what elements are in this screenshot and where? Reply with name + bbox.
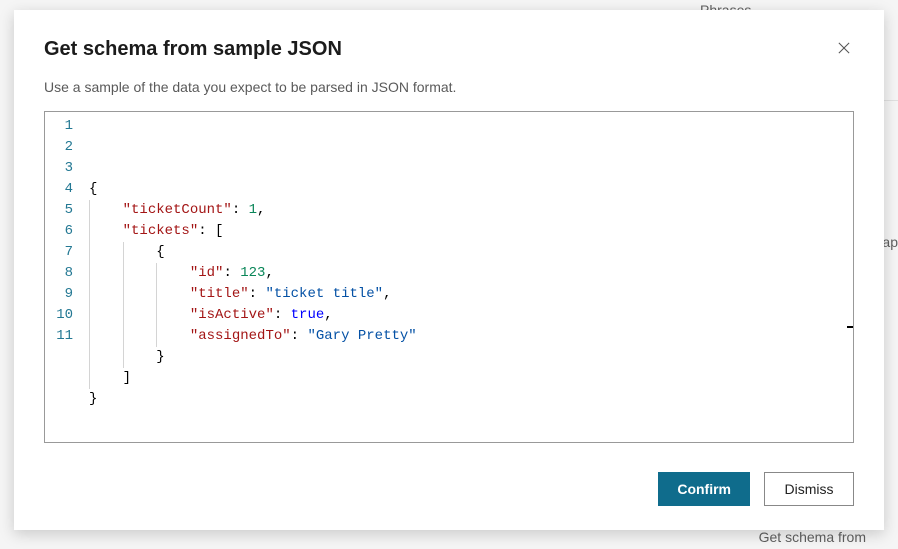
line-number: 10	[45, 305, 73, 326]
confirm-button[interactable]: Confirm	[658, 472, 750, 506]
bg-get-schema-label: Get schema from	[759, 529, 866, 545]
dialog-footer: Confirm Dismiss	[44, 452, 854, 506]
line-number: 3	[45, 158, 73, 179]
code-line: }	[89, 389, 853, 410]
bg-divider	[884, 100, 898, 101]
code-line: }	[89, 347, 853, 368]
close-button[interactable]	[834, 38, 854, 58]
cursor-indicator	[847, 326, 853, 328]
line-number: 7	[45, 242, 73, 263]
code-line: "title": "ticket title",	[89, 284, 853, 305]
get-schema-dialog: Get schema from sample JSON Use a sample…	[14, 10, 884, 530]
line-number: 9	[45, 284, 73, 305]
line-number: 11	[45, 326, 73, 347]
code-line: "assignedTo": "Gary Pretty"	[89, 326, 853, 347]
line-number: 4	[45, 179, 73, 200]
line-number: 5	[45, 200, 73, 221]
code-line: {	[89, 179, 853, 200]
code-line: "ticketCount": 1,	[89, 200, 853, 221]
code-line: ]	[89, 368, 853, 389]
dialog-title: Get schema from sample JSON	[44, 38, 342, 61]
line-number: 1	[45, 116, 73, 137]
dialog-header: Get schema from sample JSON	[44, 38, 854, 61]
bg-ap-fragment: ap	[882, 234, 898, 250]
line-number-gutter: 1234567891011	[45, 112, 81, 442]
code-line: "isActive": true,	[89, 305, 853, 326]
dismiss-button[interactable]: Dismiss	[764, 472, 854, 506]
json-editor[interactable]: 1234567891011 { "ticketCount": 1, "ticke…	[44, 111, 854, 443]
line-number: 6	[45, 221, 73, 242]
close-icon	[838, 41, 850, 55]
line-number: 8	[45, 263, 73, 284]
code-area[interactable]: { "ticketCount": 1, "tickets": [ { "id":…	[81, 112, 853, 442]
code-line: "tickets": [	[89, 221, 853, 242]
code-line: "id": 123,	[89, 263, 853, 284]
line-number: 2	[45, 137, 73, 158]
code-line: {	[89, 242, 853, 263]
dialog-subtitle: Use a sample of the data you expect to b…	[44, 79, 854, 95]
